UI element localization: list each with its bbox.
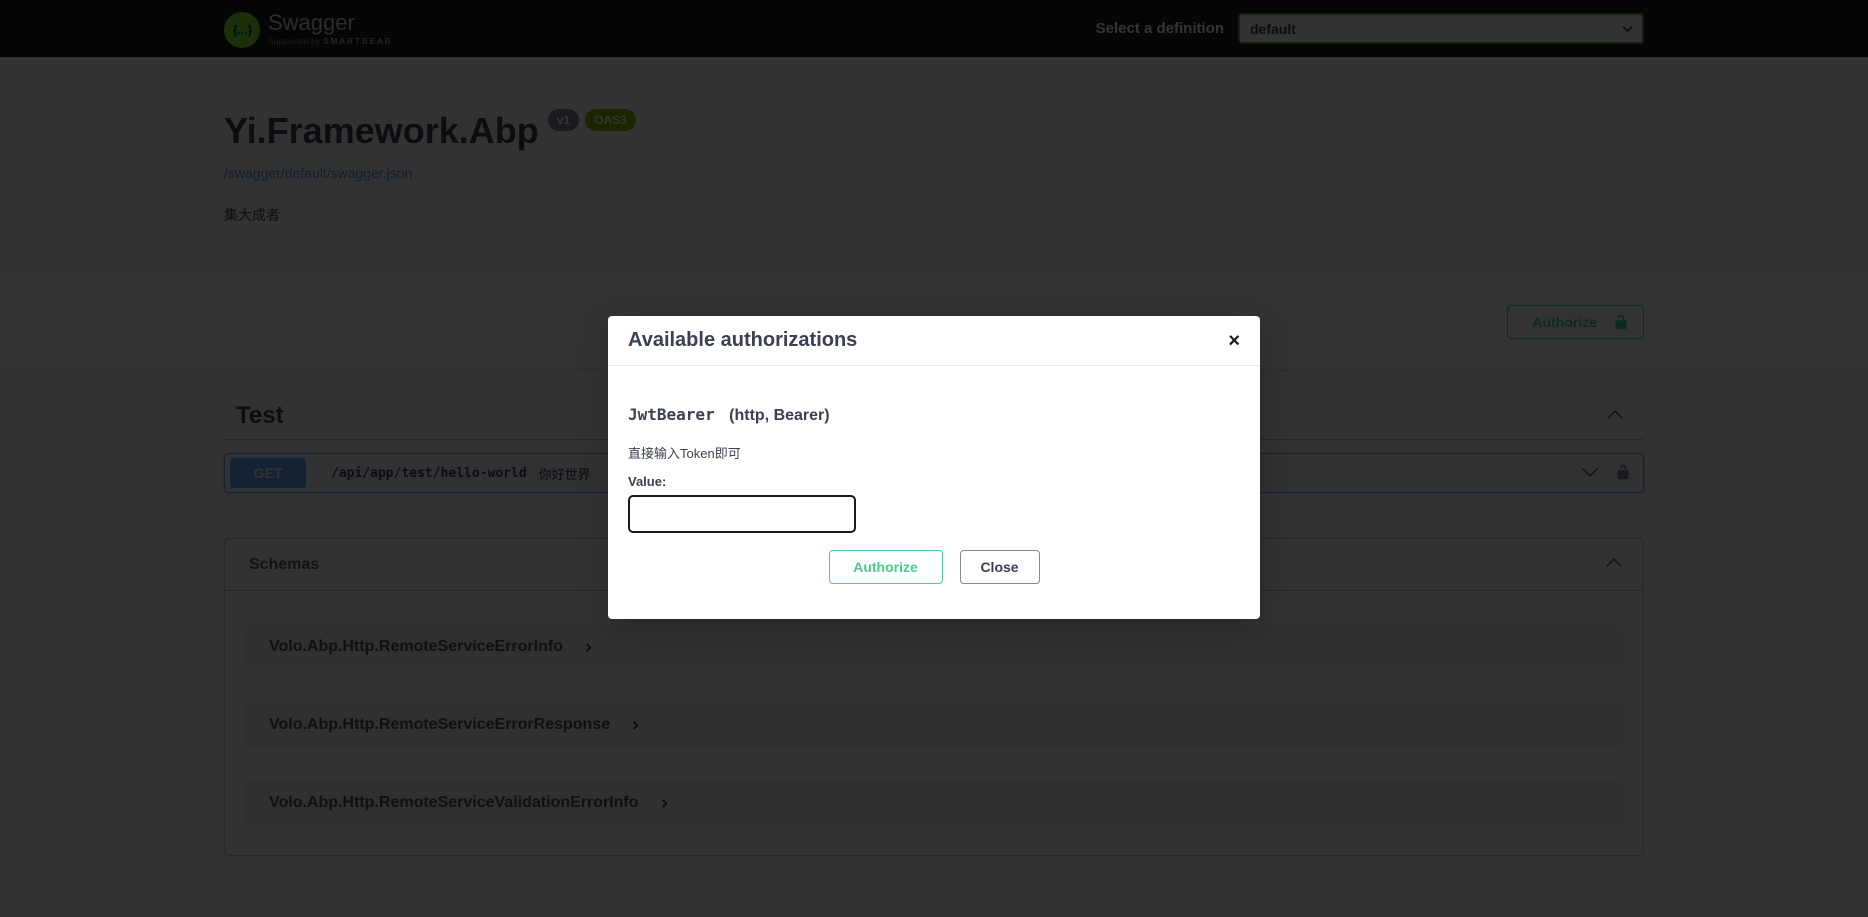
value-label: Value: [628, 474, 1240, 489]
modal-close-button[interactable]: Close [960, 550, 1040, 584]
modal-title: Available authorizations [628, 329, 857, 352]
scheme-name: JwtBearer [628, 405, 715, 424]
modal-authorize-button[interactable]: Authorize [829, 550, 943, 584]
authorizations-modal: Available authorizations × JwtBearer (ht… [608, 316, 1260, 619]
close-icon[interactable]: × [1228, 331, 1240, 351]
token-input[interactable] [628, 495, 856, 533]
scheme-type: (http, Bearer) [729, 407, 829, 424]
scheme-description: 直接输入Token即可 [628, 443, 1240, 462]
